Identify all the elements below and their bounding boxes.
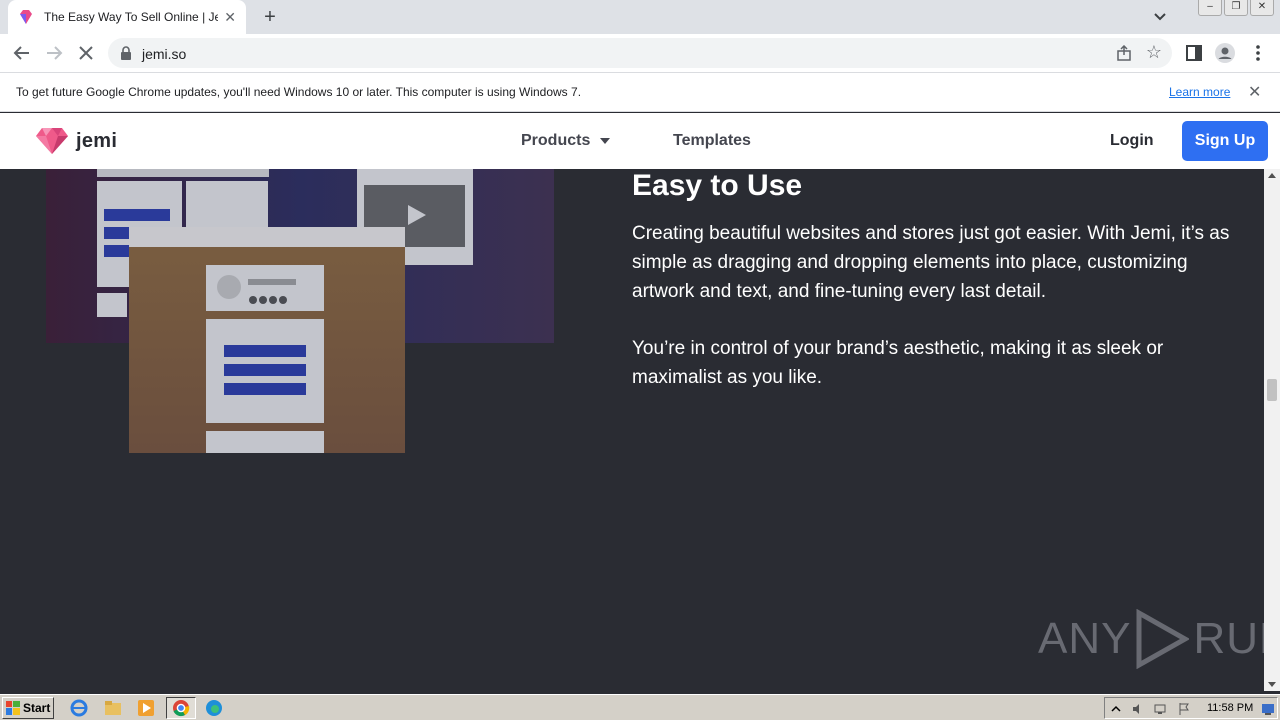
system-tray: 11:58 PM (1104, 697, 1278, 719)
gem-logo-icon (36, 128, 68, 154)
anyrun-watermark: ANY RUN (1038, 609, 1264, 669)
network-icon[interactable] (1153, 702, 1167, 716)
internet-explorer-icon[interactable] (70, 699, 88, 717)
address-bar[interactable]: jemi.so ☆ (108, 38, 1172, 68)
nav-products-dropdown[interactable]: Products (521, 132, 611, 150)
bookmark-star-icon[interactable]: ☆ (1146, 43, 1162, 61)
editor-illustration (46, 169, 554, 453)
lock-icon[interactable] (120, 46, 132, 60)
chrome-taskbar-button[interactable] (166, 697, 196, 719)
signup-button[interactable]: Sign Up (1182, 121, 1268, 161)
jemi-logo[interactable]: jemi (36, 128, 117, 154)
clock[interactable]: 11:58 PM (1207, 702, 1253, 714)
browser-toolbar: jemi.so ☆ (0, 34, 1280, 72)
stop-loading-icon[interactable] (74, 41, 98, 65)
browser-tab[interactable]: The Easy Way To Sell Online | Jemi ✕ (8, 0, 246, 34)
page-scrollbar[interactable] (1264, 169, 1280, 691)
close-window-button[interactable]: ✕ (1250, 0, 1274, 16)
action-center-flag-icon[interactable] (1177, 702, 1191, 716)
forward-arrow-icon[interactable] (42, 41, 66, 65)
windows-flag-icon (6, 701, 20, 715)
tab-strip: The Easy Way To Sell Online | Jemi ✕ + –… (0, 0, 1280, 34)
watermark-right-text: RUN (1193, 614, 1264, 663)
profile-avatar-icon[interactable] (1214, 42, 1236, 64)
watermark-left-text: ANY (1038, 614, 1132, 663)
section-paragraph-2: You’re in control of your brand’s aesthe… (632, 338, 1164, 388)
main-content: Easy to Use Creating beautiful websites … (0, 169, 1264, 691)
file-explorer-icon[interactable] (104, 699, 122, 717)
back-arrow-icon[interactable] (10, 41, 34, 65)
new-tab-button[interactable]: + (258, 5, 282, 29)
section-heading: Easy to Use (632, 169, 803, 202)
start-button[interactable]: Start (2, 697, 54, 719)
logo-text: jemi (76, 129, 118, 152)
windows-taskbar: Start 11:58 PM (0, 694, 1280, 720)
show-desktop-icon[interactable] (1261, 702, 1275, 716)
scroll-down-arrow-icon[interactable] (1268, 682, 1276, 687)
scroll-up-arrow-icon[interactable] (1268, 173, 1276, 178)
infobar-message: To get future Google Chrome updates, you… (16, 85, 582, 99)
caret-down-icon (600, 138, 611, 144)
start-label: Start (23, 701, 51, 715)
url-text[interactable]: jemi.so (142, 46, 186, 62)
site-header: jemi Products Templates Login Sign Up (0, 113, 1280, 169)
restore-button[interactable]: ❐ (1224, 0, 1248, 16)
tab-search-chevron-icon[interactable] (1150, 8, 1170, 26)
edge-icon[interactable] (205, 699, 223, 717)
window-controls: – ❐ ✕ (1198, 0, 1274, 16)
chrome-icon (173, 700, 190, 717)
nav-products-label: Products (521, 132, 591, 149)
login-link[interactable]: Login (1110, 132, 1154, 150)
side-panel-icon[interactable] (1183, 42, 1205, 64)
tab-title: The Easy Way To Sell Online | Jemi (44, 10, 219, 24)
learn-more-link[interactable]: Learn more (1169, 85, 1230, 99)
update-infobar: To get future Google Chrome updates, you… (0, 72, 1280, 112)
section-paragraph-1: Creating beautiful websites and stores j… (632, 223, 1230, 302)
play-triangle-icon (1136, 609, 1190, 669)
menu-dots-icon[interactable] (1247, 42, 1269, 64)
jemi-favicon-icon (20, 10, 32, 24)
tray-expand-icon[interactable] (1109, 702, 1123, 716)
infobar-close-icon[interactable]: ✕ (1248, 82, 1261, 102)
scrollbar-thumb[interactable] (1267, 379, 1277, 401)
volume-icon[interactable] (1131, 702, 1145, 716)
minimize-button[interactable]: – (1198, 0, 1222, 16)
nav-templates-link[interactable]: Templates (673, 132, 751, 150)
media-player-icon[interactable] (137, 699, 155, 717)
share-icon[interactable] (1116, 45, 1132, 61)
close-tab-icon[interactable]: ✕ (224, 9, 236, 26)
